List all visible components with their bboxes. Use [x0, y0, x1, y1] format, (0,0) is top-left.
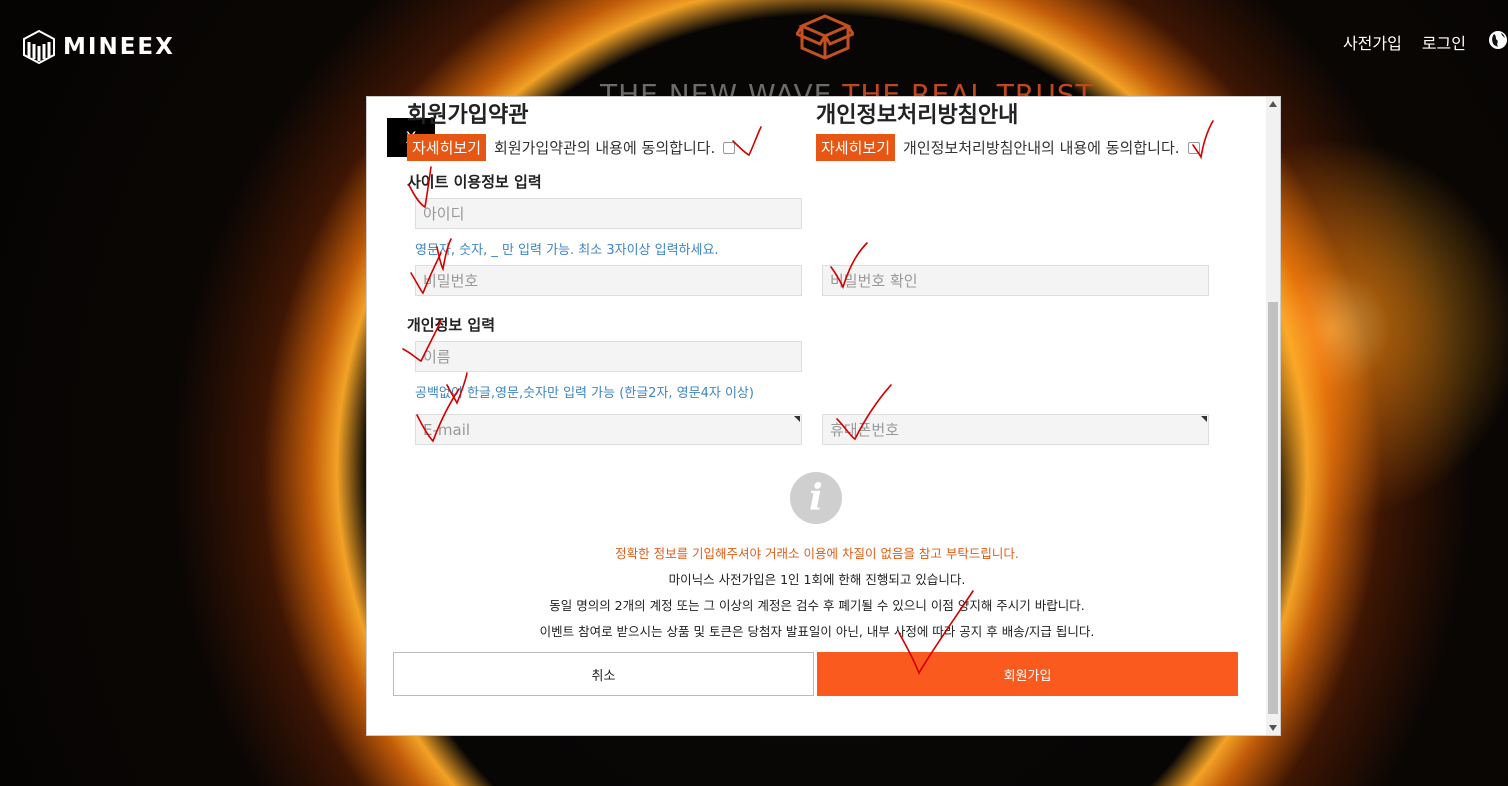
info-icon: i [790, 472, 842, 524]
phone-input[interactable]: 휴대폰번호 [822, 414, 1209, 445]
terms-agree-checkbox[interactable] [723, 141, 736, 154]
nav-preregister[interactable]: 사전가입 [1343, 30, 1402, 54]
notice-warning: 정확한 정보를 기입해주셔야 거래소 이용에 차질이 없음을 참고 부탁드립니다… [615, 546, 1019, 561]
privacy-agree-row: 자세히보기 개인정보처리방침안내의 내용에 동의합니다. [816, 134, 1200, 161]
username-input[interactable]: 아이디 [415, 198, 802, 229]
mineex-logo[interactable]: MINEEX [23, 30, 175, 64]
email-input[interactable]: E-mail [415, 414, 802, 445]
name-hint: 공백없이 한글,영문,숫자만 입력 가능 (한글2자, 영문4자 이상) [415, 386, 754, 401]
box-icon [796, 14, 854, 60]
personal-info-section-title: 개인정보 입력 [407, 316, 496, 334]
nav-login[interactable]: 로그인 [1422, 30, 1466, 54]
privacy-detail-button[interactable]: 자세히보기 [816, 134, 896, 161]
signup-modal: X 회원가입약관 자세히보기 회원가입약관의 내용에 동의합니다. 개인정보처리… [366, 96, 1281, 736]
brand-name: MINEEX [63, 34, 175, 60]
scroll-down-arrow-icon[interactable] [1269, 725, 1277, 731]
notice-line-1: 마이닉스 사전가입은 1인 1회에 한해 진행되고 있습니다. [668, 572, 966, 587]
modal-scrollbar[interactable] [1266, 97, 1280, 735]
signup-submit-button[interactable]: 회원가입 [817, 652, 1238, 696]
cancel-button[interactable]: 취소 [393, 652, 814, 696]
name-input[interactable]: 이름 [415, 341, 802, 372]
notice-line-2: 동일 명의의 2개의 계정 또는 그 이상의 계정은 검수 후 폐기될 수 있으… [549, 598, 1085, 613]
privacy-title: 개인정보처리방침안내 [816, 103, 1019, 128]
globe-icon[interactable] [1488, 30, 1508, 50]
check-mark [732, 126, 762, 157]
scroll-up-arrow-icon[interactable] [1269, 101, 1277, 107]
terms-agree-label: 회원가입약관의 내용에 동의합니다. [494, 139, 716, 157]
password-confirm-input[interactable]: 비밀번호 확인 [822, 265, 1209, 296]
site-info-section-title: 사이트 이용정보 입력 [407, 173, 542, 191]
password-input[interactable]: 비밀번호 [415, 265, 802, 296]
terms-agree-row: 자세히보기 회원가입약관의 내용에 동의합니다. [407, 134, 736, 161]
top-nav: 사전가입 로그인 [1343, 30, 1466, 54]
terms-detail-button[interactable]: 자세히보기 [407, 134, 487, 161]
terms-title: 회원가입약관 [407, 103, 529, 128]
username-hint: 영문자, 숫자, _ 만 입력 가능. 최소 3자이상 입력하세요. [415, 243, 719, 258]
privacy-agree-label: 개인정보처리방침안내의 내용에 동의합니다. [903, 139, 1180, 157]
privacy-agree-checkbox[interactable] [1187, 141, 1200, 154]
scrollbar-thumb[interactable] [1268, 302, 1278, 714]
notice-line-3: 이벤트 참여로 받으시는 상품 및 토큰은 당첨자 발표일이 아닌, 내부 사정… [539, 624, 1095, 639]
logo-cube-icon [23, 30, 55, 64]
